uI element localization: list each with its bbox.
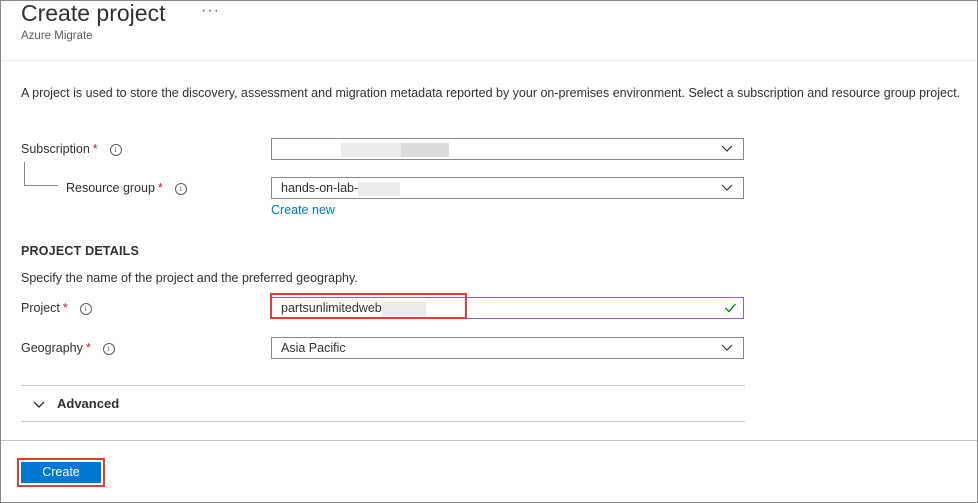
page-subtitle: Azure Migrate — [21, 30, 93, 42]
description-text: A project is used to store the discovery… — [21, 86, 961, 100]
chevron-down-icon[interactable] — [33, 398, 45, 410]
info-icon[interactable]: i — [79, 302, 92, 315]
resource-group-label: Resource group — [66, 181, 155, 195]
info-icon[interactable]: i — [109, 143, 122, 156]
chevron-down-icon — [721, 184, 733, 191]
highlight-box — [270, 293, 467, 319]
resource-group-dropdown[interactable]: hands-on-lab- — [271, 177, 744, 199]
project-label-row: Project * i — [21, 301, 92, 315]
create-new-link[interactable]: Create new — [271, 203, 335, 217]
blade-frame — [0, 0, 978, 503]
geography-label: Geography — [21, 341, 83, 355]
resource-group-label-row: Resource group * i — [66, 181, 187, 195]
subscription-dropdown[interactable] — [271, 138, 744, 160]
advanced-divider — [21, 421, 745, 422]
info-icon[interactable]: i — [174, 182, 187, 195]
geography-dropdown[interactable]: Asia Pacific — [271, 337, 744, 359]
chevron-down-icon — [721, 145, 733, 152]
redacted-region — [341, 142, 401, 157]
page-title: Create project — [21, 0, 166, 26]
redacted-region — [358, 181, 401, 196]
required-indicator: * — [85, 341, 91, 355]
geography-value: Asia Pacific — [281, 341, 346, 355]
advanced-divider — [21, 385, 745, 386]
checkmark-icon — [725, 303, 736, 313]
required-indicator: * — [92, 142, 98, 156]
advanced-toggle[interactable]: Advanced — [57, 396, 119, 411]
resource-group-value: hands-on-lab- — [281, 181, 359, 195]
section-title: PROJECT DETAILS — [21, 244, 140, 258]
subscription-label-row: Subscription * i — [21, 142, 122, 156]
more-actions-icon[interactable]: ··· — [201, 2, 220, 20]
geography-label-row: Geography * i — [21, 341, 115, 355]
section-instruction: Specify the name of the project and the … — [21, 271, 358, 285]
project-label: Project — [21, 301, 60, 315]
footer-divider — [1, 440, 977, 441]
redacted-region — [401, 142, 449, 157]
subscription-label: Subscription — [21, 142, 90, 156]
required-indicator: * — [62, 301, 68, 315]
create-button[interactable]: Create — [21, 462, 101, 483]
chevron-down-icon — [721, 344, 733, 351]
tree-connector — [24, 185, 58, 186]
tree-connector — [24, 162, 25, 186]
header-divider — [1, 60, 977, 61]
info-icon[interactable]: i — [102, 342, 115, 355]
required-indicator: * — [157, 181, 163, 195]
